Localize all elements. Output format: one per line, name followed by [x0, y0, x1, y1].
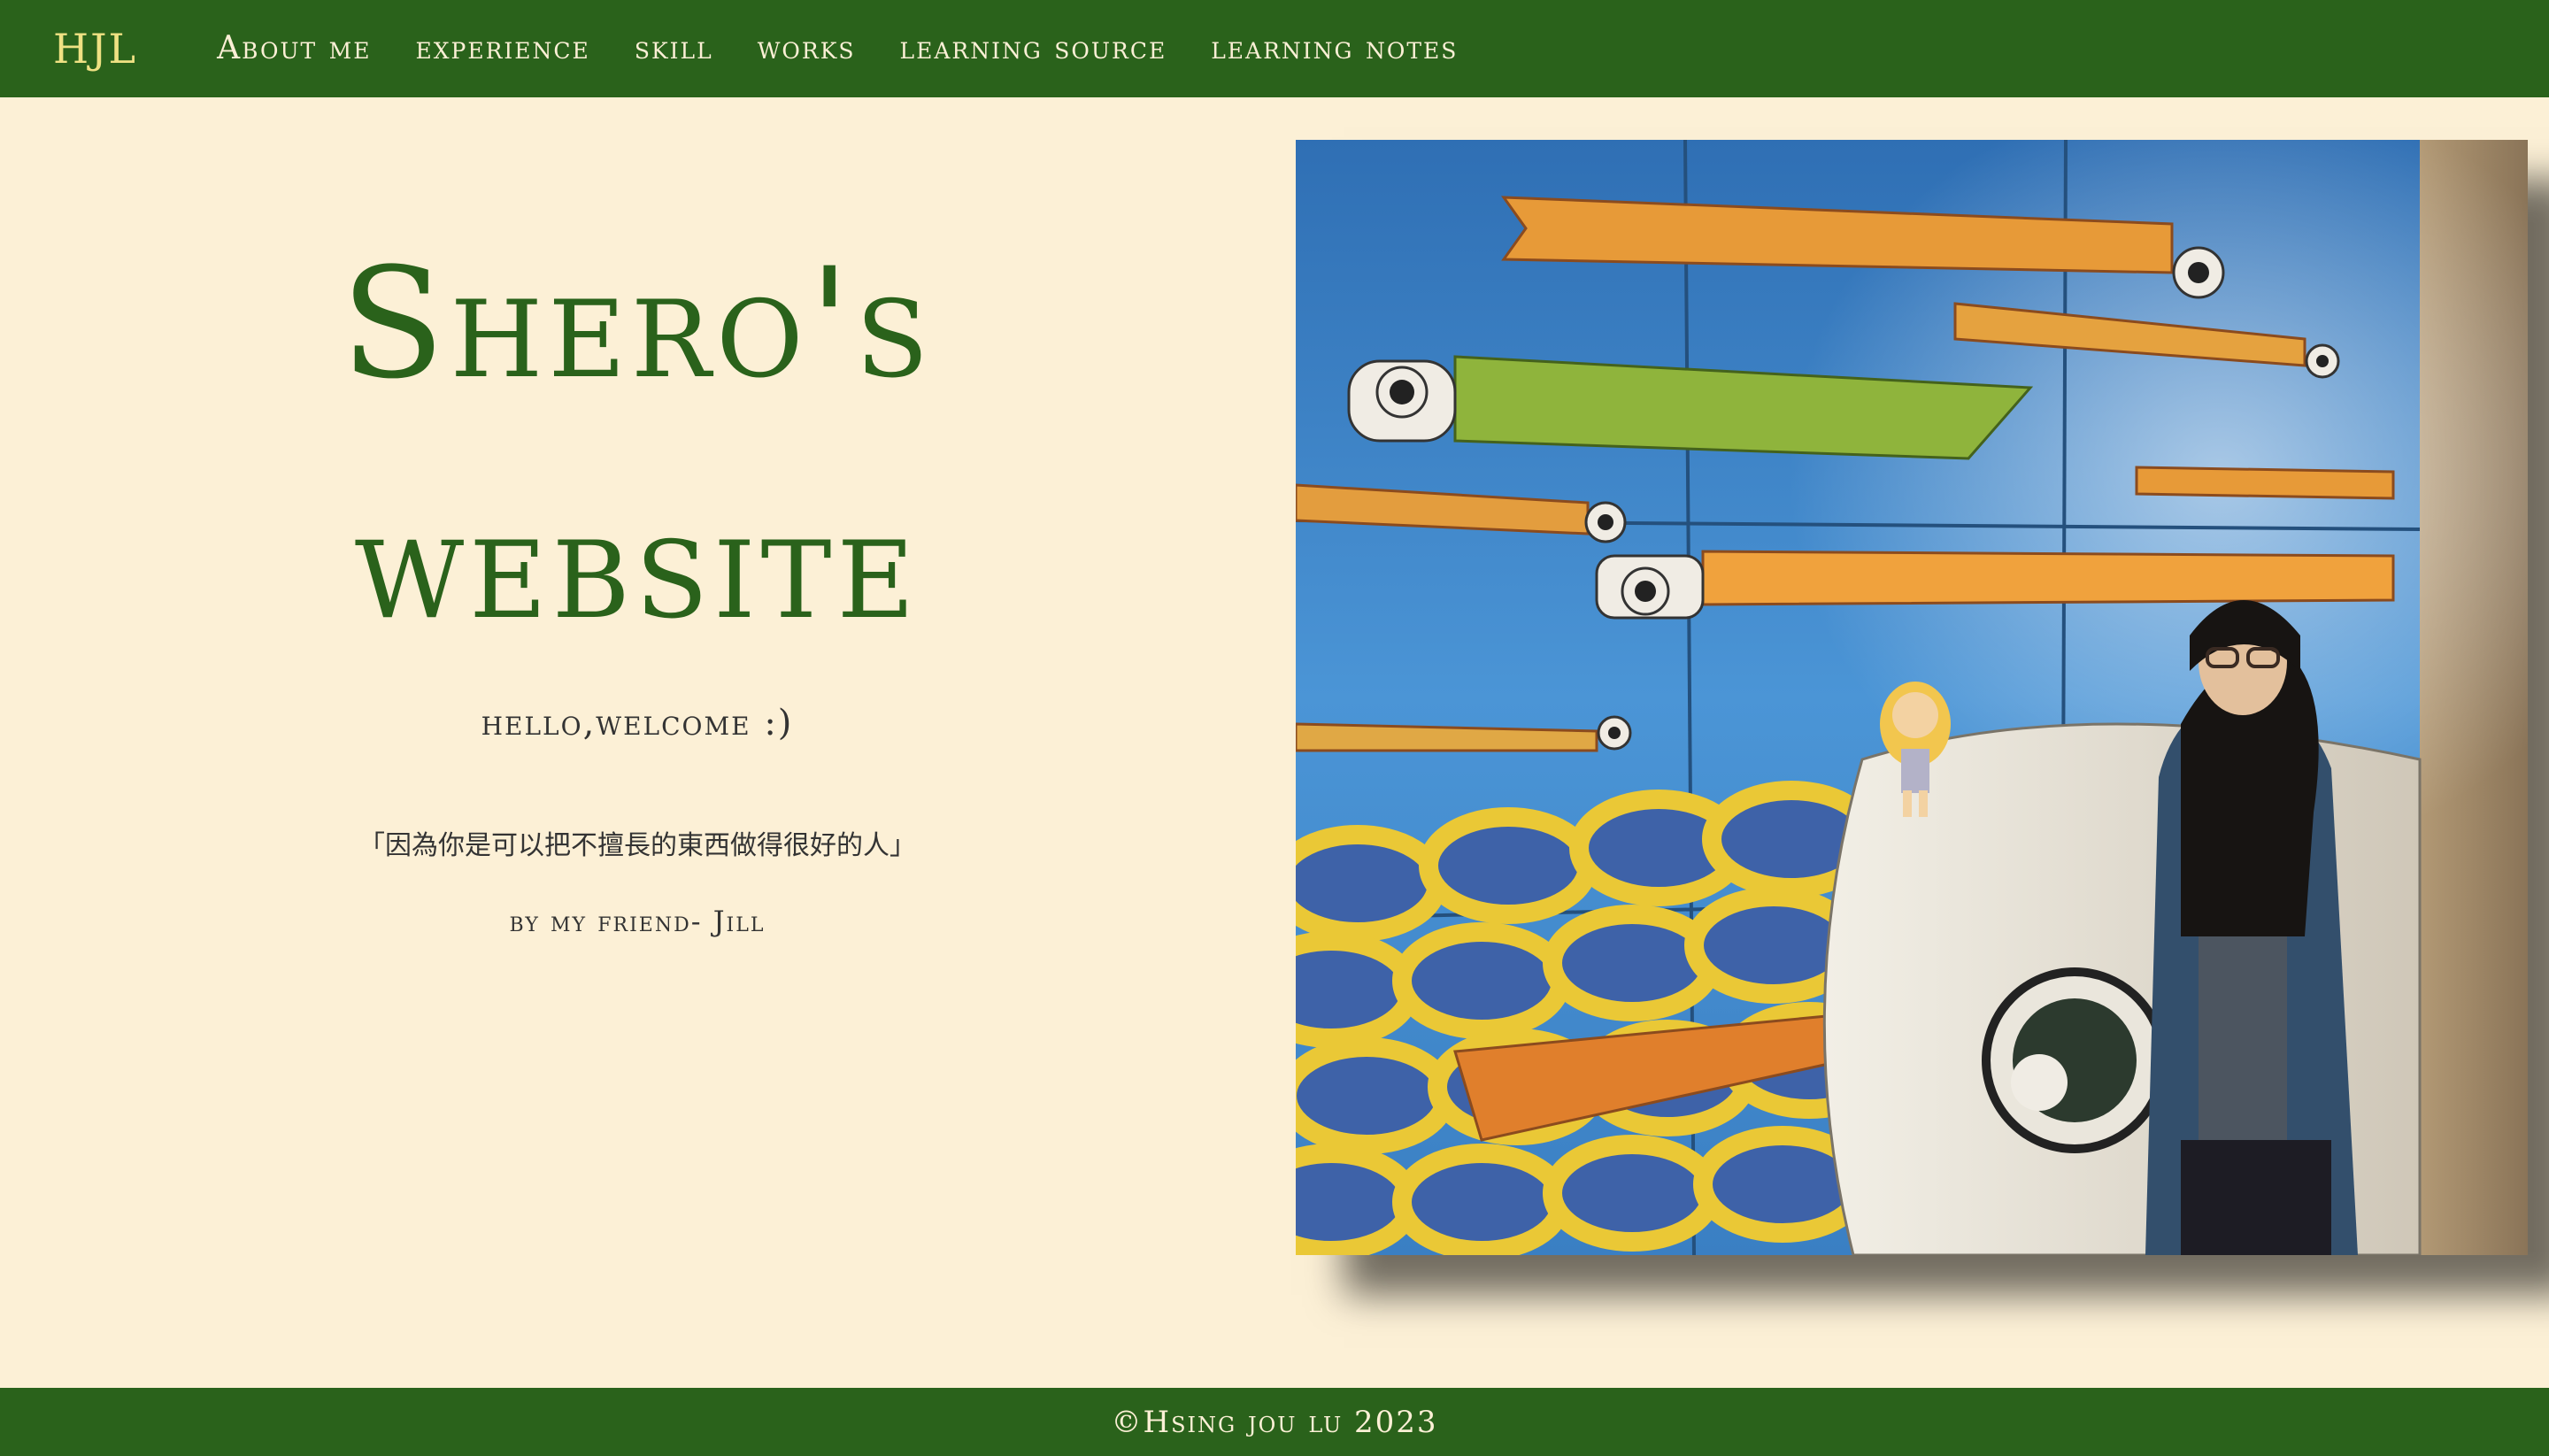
nav-item-experience[interactable]: experience [415, 33, 589, 65]
top-navbar: HJL About me experience skill works lear… [0, 0, 2549, 97]
mural-photo-illustration [1296, 140, 2528, 1255]
friend-quote: 「因為你是可以把不擅長的東西做得很好的人」 [358, 830, 916, 861]
hero-title-line-1: Shero's [340, 235, 935, 412]
main-nav: About me experience skill works learning… [217, 33, 1458, 65]
footer-copyright: ©Hsing jou lu 2023 [1111, 1404, 1438, 1440]
hero-title: Shero's website [0, 204, 1274, 685]
nav-item-works[interactable]: works [758, 33, 856, 65]
brand-logo-link[interactable]: HJL [53, 28, 137, 69]
nav-item-learning-source[interactable]: learning source [900, 33, 1167, 65]
hero-section: Shero's website hello,welcome :) 「因為你是可以… [0, 204, 1274, 938]
nav-item-skill[interactable]: skill [635, 33, 713, 65]
nav-item-learning-notes[interactable]: learning notes [1211, 33, 1458, 65]
nav-item-about-me[interactable]: About me [217, 33, 371, 65]
quote-attribution: by my friend- Jill [509, 905, 766, 938]
hero-title-line-2: website [354, 475, 920, 653]
page-footer: ©Hsing jou lu 2023 [0, 1388, 2549, 1456]
welcome-text: hello,welcome :) [481, 703, 794, 743]
profile-photo [1296, 140, 2528, 1255]
